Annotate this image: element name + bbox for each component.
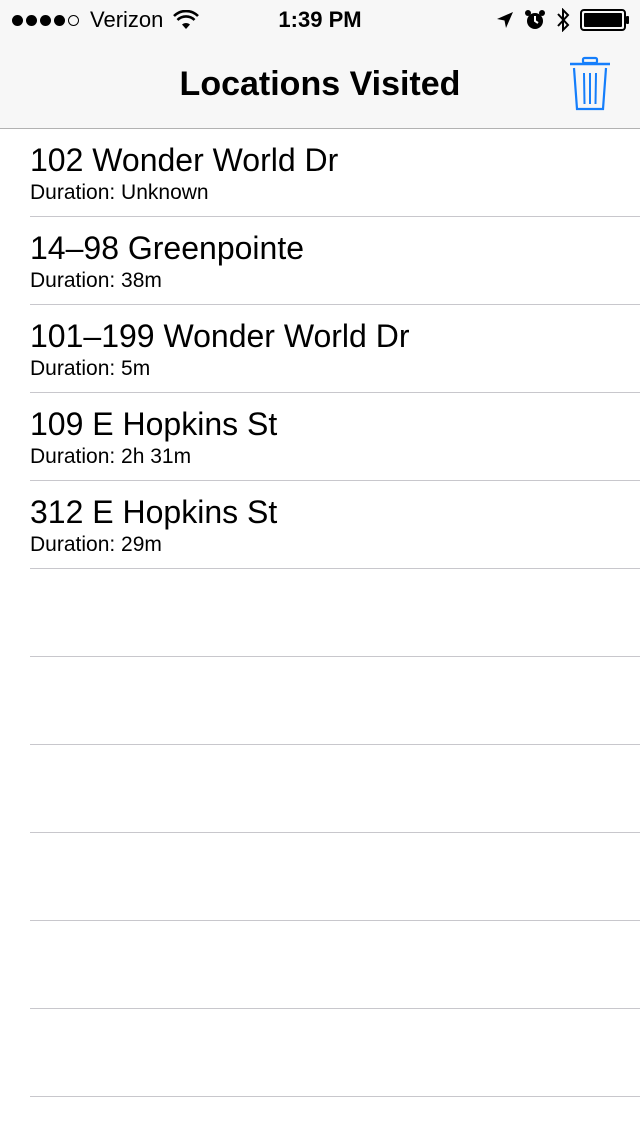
alarm-icon [525,10,545,29]
navigation-bar: Locations Visited [0,40,640,129]
location-name: 14–98 Greenpointe [30,230,304,266]
empty-row [30,921,640,1009]
location-duration: Duration: 38m [30,269,162,292]
empty-row [30,833,640,921]
list-item[interactable]: 109 E Hopkins St Duration: 2h 31m [30,393,640,481]
page-title: Locations Visited [179,65,461,103]
location-name: 102 Wonder World Dr [30,142,339,178]
location-duration: Duration: 2h 31m [30,445,192,468]
locations-list: 102 Wonder World Dr Duration: Unknown 14… [0,129,640,1097]
location-name: 109 E Hopkins St [30,406,278,442]
status-bar: Verizon 1:39 PM [0,0,640,40]
location-name: 312 E Hopkins St [30,494,278,530]
empty-row [30,569,640,657]
empty-row [30,657,640,745]
empty-row [30,1009,640,1097]
bluetooth-icon [557,8,570,32]
location-name: 101–199 Wonder World Dr [30,318,410,354]
location-duration: Duration: 5m [30,357,151,380]
list-item[interactable]: 14–98 Greenpointe Duration: 38m [30,217,640,305]
list-item[interactable]: 312 E Hopkins St Duration: 29m [30,481,640,569]
battery-icon [580,9,629,31]
location-duration: Duration: Unknown [30,181,209,204]
list-item[interactable]: 101–199 Wonder World Dr Duration: 5m [30,305,640,393]
location-duration: Duration: 29m [30,533,162,556]
location-arrow-icon [497,12,513,28]
trash-icon[interactable] [568,56,612,112]
list-item[interactable]: 102 Wonder World Dr Duration: Unknown [30,129,640,217]
status-right [486,0,630,40]
empty-row [30,745,640,833]
